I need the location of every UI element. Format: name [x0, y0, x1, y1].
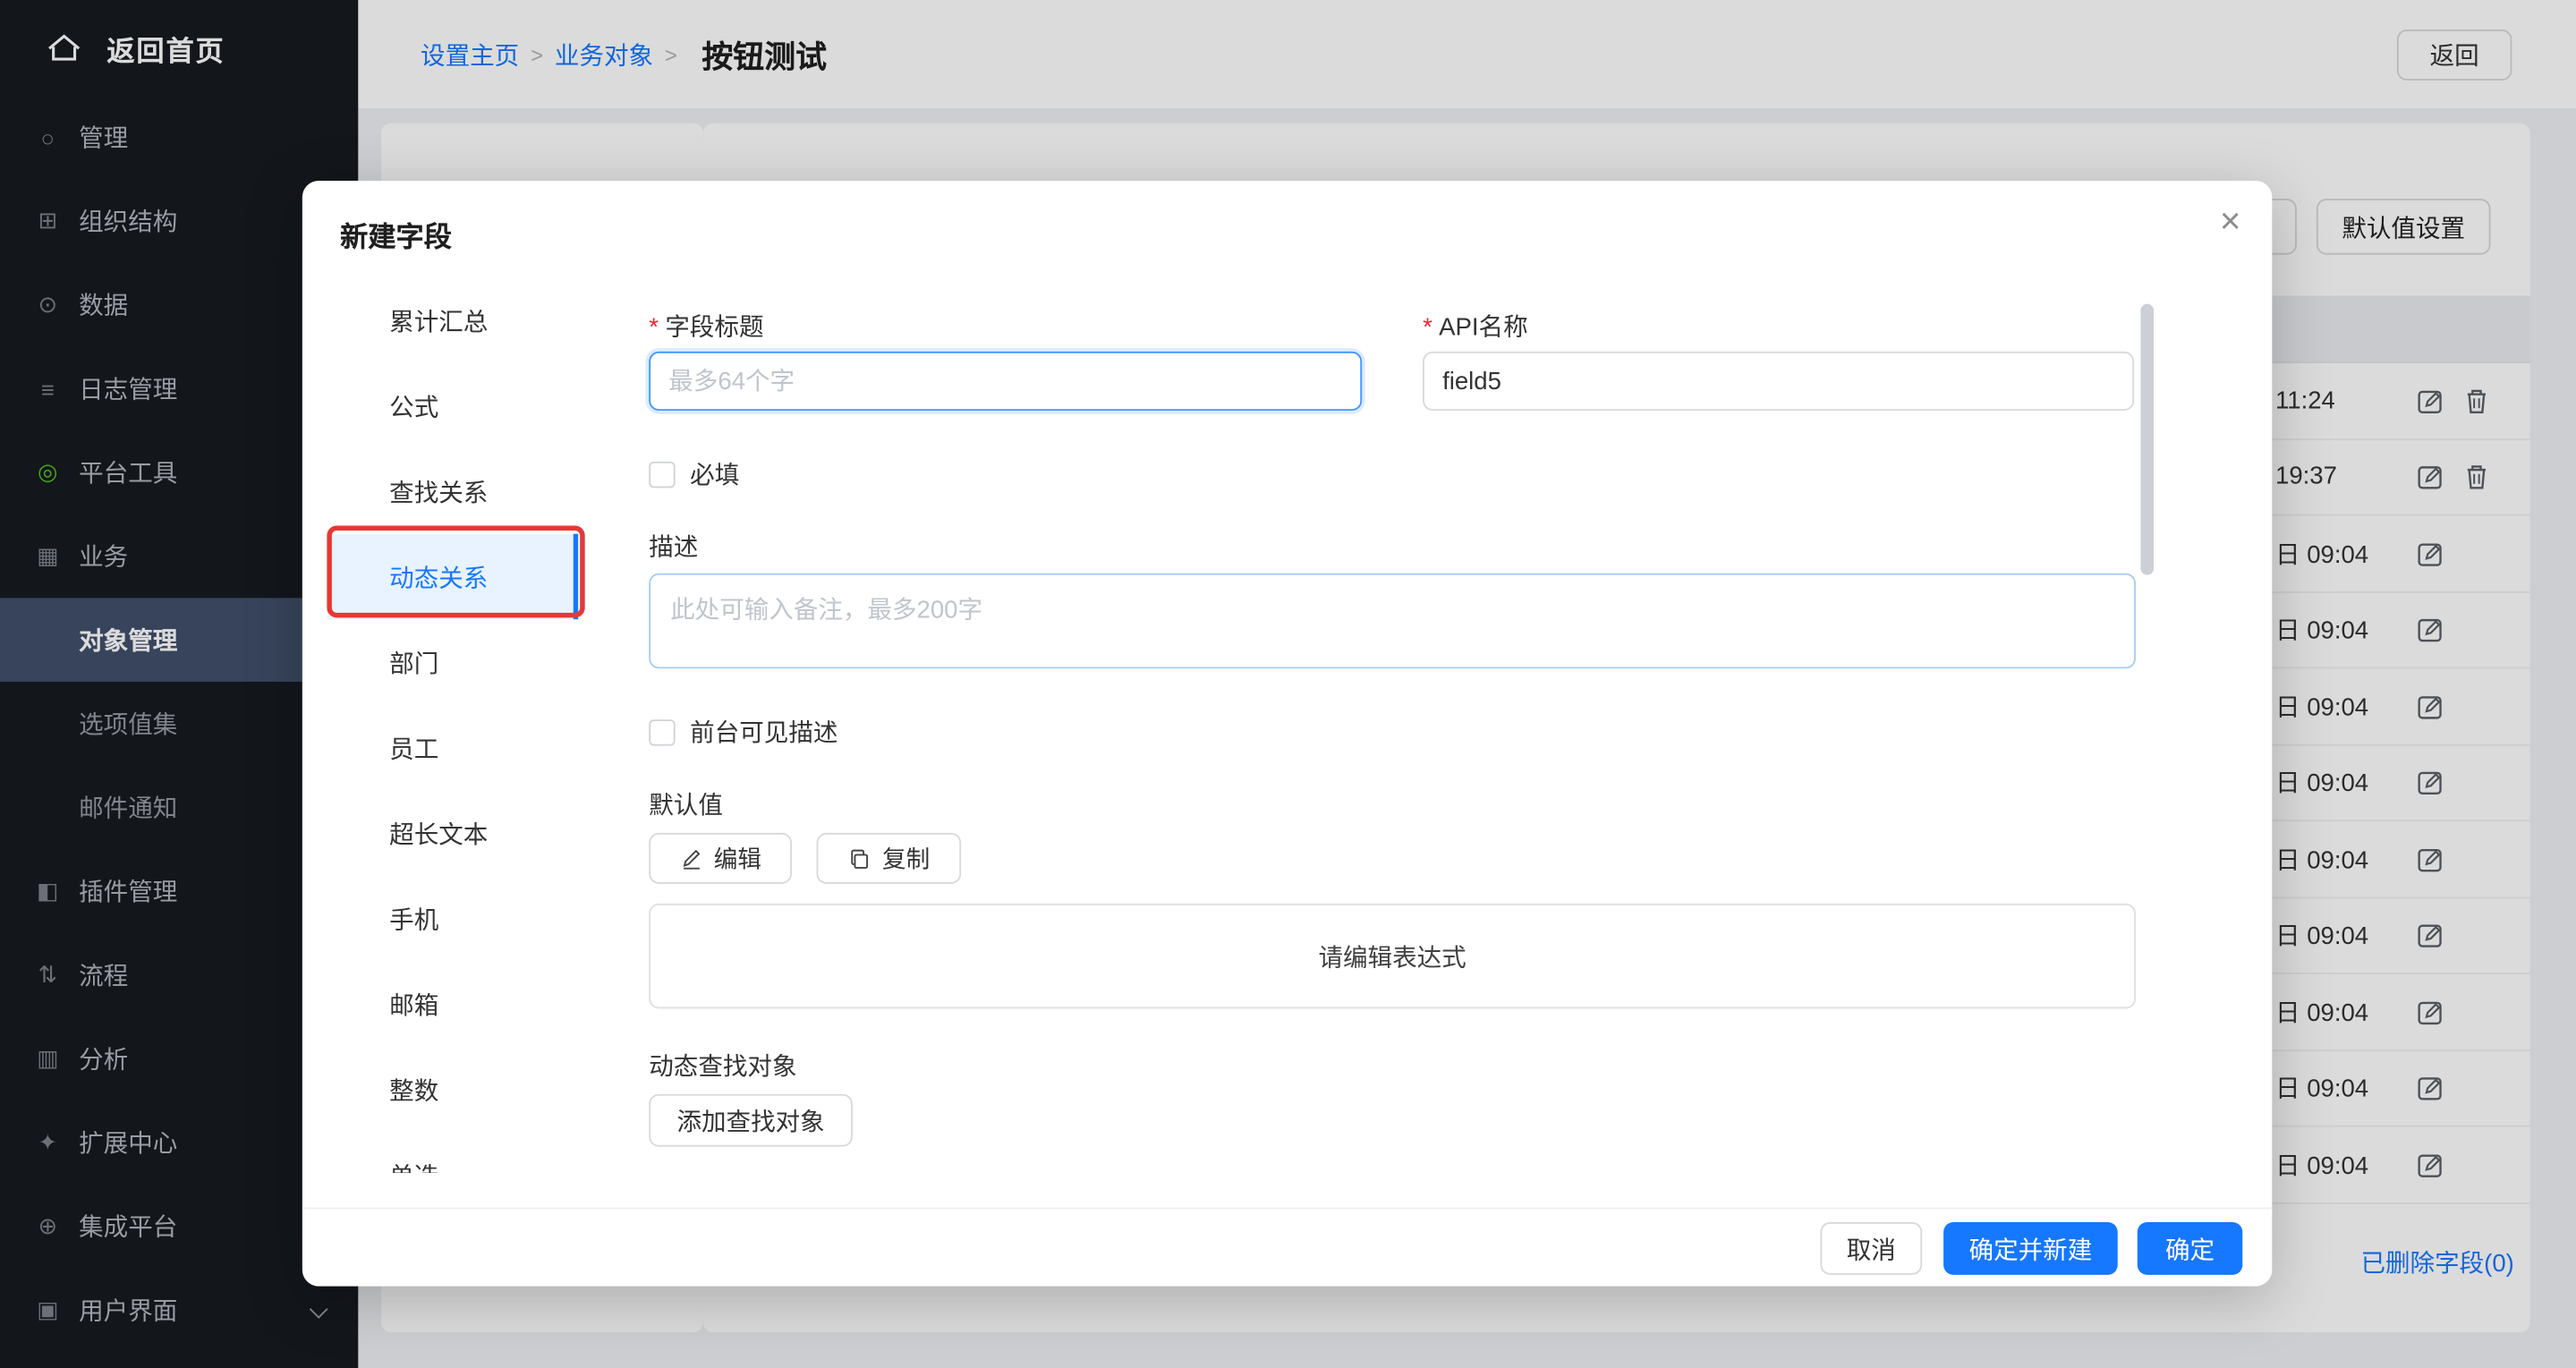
field-type-list: 累计汇总 公式 查找关系 动态关系 部门 员工 超长文本 手机 邮箱 整数 单选: [327, 277, 578, 1173]
api-name-label: *API名称: [1423, 309, 1528, 344]
application-window: 返回首页 ○ 管理 ⊞ 组织结构 ⊙ 数据 ≡ 日志管理 ◎ 平台工具 ▦ 业务…: [0, 0, 2576, 1368]
field-type-lookup[interactable]: 查找关系: [327, 448, 578, 533]
pencil-icon: [679, 847, 702, 871]
default-value-label: 默认值: [649, 786, 723, 821]
field-type-rollup[interactable]: 累计汇总: [327, 277, 578, 362]
add-lookup-object-button[interactable]: 添加查找对象: [649, 1094, 853, 1147]
copy-expression-button[interactable]: 复制: [817, 833, 962, 884]
required-checkbox-row: 必填: [649, 456, 739, 491]
field-type-select[interactable]: 单选: [327, 1132, 578, 1173]
dynamic-lookup-label: 动态查找对象: [649, 1048, 796, 1083]
field-type-long-text[interactable]: 超长文本: [327, 790, 578, 875]
field-type-department[interactable]: 部门: [327, 619, 578, 704]
field-type-phone[interactable]: 手机: [327, 876, 578, 961]
close-icon[interactable]: ×: [2220, 204, 2241, 240]
field-type-formula[interactable]: 公式: [327, 363, 578, 448]
front-visible-checkbox[interactable]: [649, 718, 675, 744]
description-label: 描述: [649, 529, 698, 564]
api-name-input[interactable]: [1423, 352, 2134, 411]
confirm-button[interactable]: 确定: [2138, 1222, 2243, 1275]
required-marker: *: [1423, 314, 1433, 342]
required-marker: *: [649, 314, 659, 342]
confirm-and-create-button[interactable]: 确定并新建: [1943, 1222, 2118, 1275]
front-visible-checkbox-label: 前台可见描述: [690, 715, 837, 750]
required-checkbox[interactable]: [649, 461, 675, 487]
footer-divider: [302, 1208, 2272, 1210]
field-type-dynamic-relation[interactable]: 动态关系: [327, 534, 578, 619]
field-type-integer[interactable]: 整数: [327, 1047, 578, 1132]
required-checkbox-label: 必填: [690, 456, 739, 491]
copy-icon: [847, 847, 871, 871]
description-textarea[interactable]: [649, 574, 2136, 668]
field-title-label: *字段标题: [649, 309, 763, 344]
field-type-email[interactable]: 邮箱: [327, 961, 578, 1046]
new-field-dialog: 新建字段 × 累计汇总 公式 查找关系 动态关系 部门 员工 超长文本 手机 邮…: [302, 181, 2272, 1287]
expression-preview-box[interactable]: 请编辑表达式: [649, 904, 2136, 1009]
cancel-button[interactable]: 取消: [1820, 1222, 1922, 1275]
modal-scrollbar-thumb[interactable]: [2140, 304, 2154, 575]
field-type-employee[interactable]: 员工: [327, 705, 578, 790]
edit-expression-button[interactable]: 编辑: [649, 833, 792, 884]
field-title-input[interactable]: [649, 352, 1362, 411]
front-visible-checkbox-row: 前台可见描述: [649, 715, 837, 750]
dialog-title: 新建字段: [340, 214, 452, 255]
